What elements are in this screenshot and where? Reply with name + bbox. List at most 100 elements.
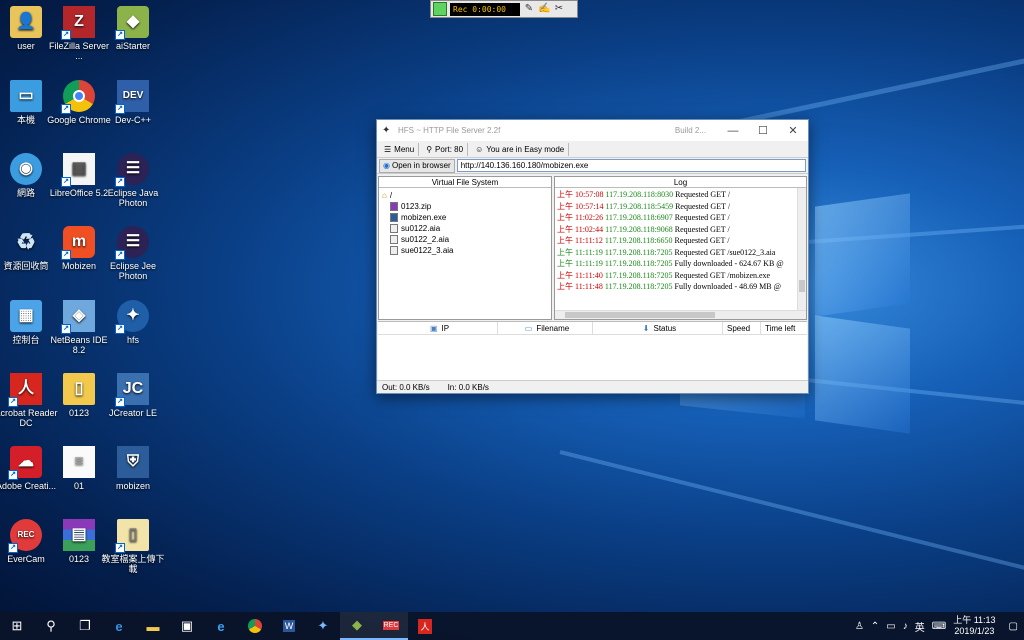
desktop-icon-eclipse-java[interactable]: ☰ ↗ Eclipse Java Photon	[99, 153, 167, 208]
zip-file-icon	[390, 202, 398, 211]
word-icon: W	[282, 620, 296, 632]
maximize-icon[interactable]: ☐	[748, 124, 778, 137]
desktop-icon-label: Dev-C++	[114, 115, 151, 125]
desktop-icon-eclipse-jee[interactable]: ☰ ↗ Eclipse Jee Photon	[99, 226, 167, 281]
libreoffice-icon: ▤ ↗	[61, 153, 95, 187]
windows-logo-pane	[815, 315, 910, 434]
menu-button[interactable]: ☰ Menu	[380, 142, 420, 156]
open-in-browser-button[interactable]: ◉ Open in browser	[379, 158, 455, 173]
status-in: In: 0.0 KB/s	[447, 382, 489, 392]
taskbar-word[interactable]: W	[272, 612, 306, 640]
log-ip: 117.19.208.118:7205	[604, 282, 673, 291]
vfs-file[interactable]: su0122.aia	[382, 223, 548, 234]
column-ip[interactable]: ▣ IP	[378, 322, 498, 334]
taskbar-hfs[interactable]: ✦	[306, 612, 340, 640]
mode-icon: ☺	[475, 144, 484, 154]
search-button[interactable]: ⚲	[34, 612, 68, 640]
people-icon[interactable]: ♙	[855, 621, 864, 632]
clock-date: 2019/1/23	[954, 626, 995, 636]
desktop-icon-aistarter[interactable]: ◆ ↗ aiStarter	[99, 6, 167, 51]
vfs-file[interactable]: mobizen.exe	[382, 212, 548, 223]
column-time-left[interactable]: Time left	[761, 322, 805, 334]
taskbar-aistarter[interactable]: ◆	[340, 612, 374, 640]
taskbar-acrobat[interactable]: 人	[408, 612, 442, 640]
taskbar-chrome[interactable]	[238, 612, 272, 640]
log-time: 上午 11:11:19	[557, 247, 603, 257]
taskbar-explorer[interactable]: ▬	[136, 612, 170, 640]
keyboard-icon[interactable]: ⌨	[932, 621, 946, 632]
task-view-icon: ❐	[79, 618, 91, 633]
desktop-icon-hfs[interactable]: ✦ ↗ hfs	[99, 300, 167, 345]
start-button[interactable]: ⊞	[0, 612, 34, 640]
log-time: 上午 10:57:08	[557, 190, 604, 199]
vfs-root[interactable]: ⌂ /	[382, 190, 548, 201]
port-icon: ⚲	[426, 144, 433, 154]
status-bar: Out: 0.0 KB/s In: 0.0 KB/s	[377, 380, 808, 393]
open-in-browser-label: Open in browser	[391, 161, 451, 170]
aistarter-icon: ◆	[352, 617, 362, 632]
log-ip: 117.19.208.118:8030	[605, 190, 674, 199]
desktop-icon-label: hfs	[126, 335, 139, 345]
windows-logo-pane	[815, 193, 910, 317]
log-message: Requested GET /	[674, 224, 730, 234]
evercam-icon: REC	[382, 620, 400, 630]
ime-indicator[interactable]: 英	[915, 619, 925, 634]
search-icon: ⚲	[46, 618, 56, 633]
vfs-file[interactable]: su0122_2.aia	[382, 234, 548, 245]
mode-button[interactable]: ☺ You are in Easy mode	[471, 142, 570, 156]
note-icon[interactable]: ✎	[523, 3, 535, 15]
log-message: Requested GET /	[675, 201, 731, 211]
log-message: Fully downloaded - 624.67 KB @	[674, 259, 784, 268]
record-button[interactable]	[433, 2, 447, 16]
connections-list[interactable]	[378, 335, 807, 381]
column-filename-label: Filename	[536, 323, 570, 333]
port-button[interactable]: ⚲ Port: 80	[422, 142, 469, 156]
volume-icon[interactable]: ♪	[903, 621, 908, 632]
clock[interactable]: 上午 11:13 2019/1/23	[953, 615, 995, 637]
file-icon	[390, 235, 398, 244]
status-icon: ⬇	[642, 323, 650, 333]
log-time: 上午 11:11:19	[557, 259, 603, 268]
log-time: 上午 11:11:12	[557, 236, 603, 245]
column-speed[interactable]: Speed	[723, 322, 761, 334]
hfs-app-icon: ✦	[382, 124, 391, 136]
jcreator-icon: JC ↗	[115, 373, 149, 407]
taskbar-evercam[interactable]: REC	[374, 612, 408, 640]
recorder-timer: Rec 0:00:00	[450, 2, 520, 16]
desktop-icon-mobizen-file[interactable]: ⛨ mobizen	[99, 446, 167, 491]
evercam-icon: REC ↗	[8, 519, 42, 553]
log-horizontal-scrollbar[interactable]	[555, 310, 806, 319]
mobizen-file-icon: ⛨	[117, 446, 149, 478]
column-time-left-label: Time left	[765, 323, 796, 333]
desktop-icon-classroom-folder[interactable]: ▯ ↗ 教室檔案上傳下載	[99, 519, 167, 574]
network-tray-icon[interactable]: ▭	[886, 621, 895, 632]
menu-label: Menu	[394, 144, 415, 154]
desktop-icon-devcpp[interactable]: DEV ↗ Dev-C++	[99, 80, 167, 125]
desktop-icon-label: Eclipse Jee Photon	[109, 261, 157, 281]
log-message: Requested GET /	[674, 213, 730, 222]
taskbar-edge[interactable]: e	[102, 612, 136, 640]
window-titlebar[interactable]: ✦ HFS ~ HTTP File Server 2.2f Build 2...…	[377, 120, 808, 141]
chevron-up-icon[interactable]: ⌃	[871, 621, 879, 632]
taskbar-ie[interactable]: e	[204, 612, 238, 640]
taskbar-store[interactable]: ▣	[170, 612, 204, 640]
vfs-file[interactable]: 0123.zip	[382, 201, 548, 212]
close-icon[interactable]: ✕	[778, 124, 808, 137]
vfs-file[interactable]: sue0122_3.aia	[382, 245, 548, 256]
log-pane: Log 上午 10:57:08 117.19.208.118:8030 Requ…	[554, 176, 807, 320]
desktop-icon-label: aiStarter	[115, 41, 150, 51]
column-status[interactable]: ⬇ Status	[593, 322, 723, 334]
column-filename[interactable]: ▭ Filename	[498, 322, 593, 334]
virtual-file-system-pane: Virtual File System ⌂/ 0123.zip mobizen.…	[378, 176, 552, 320]
url-field[interactable]: http://140.136.160.180/mobizen.exe	[456, 159, 806, 172]
minimize-icon[interactable]: —	[718, 125, 748, 137]
desktop-icon-jcreator[interactable]: JC ↗ JCreator LE	[99, 373, 167, 418]
task-view-button[interactable]: ❐	[68, 612, 102, 640]
vfs-header: Virtual File System	[379, 177, 551, 188]
log-vertical-scrollbar[interactable]	[797, 188, 806, 310]
notification-icon[interactable]: ▢	[1009, 621, 1018, 632]
scissors-icon[interactable]: ✂	[553, 3, 565, 15]
pen-icon[interactable]: ✍	[538, 3, 550, 15]
build-label: Build 2...	[674, 126, 706, 135]
network-icon: ◉	[10, 153, 42, 185]
